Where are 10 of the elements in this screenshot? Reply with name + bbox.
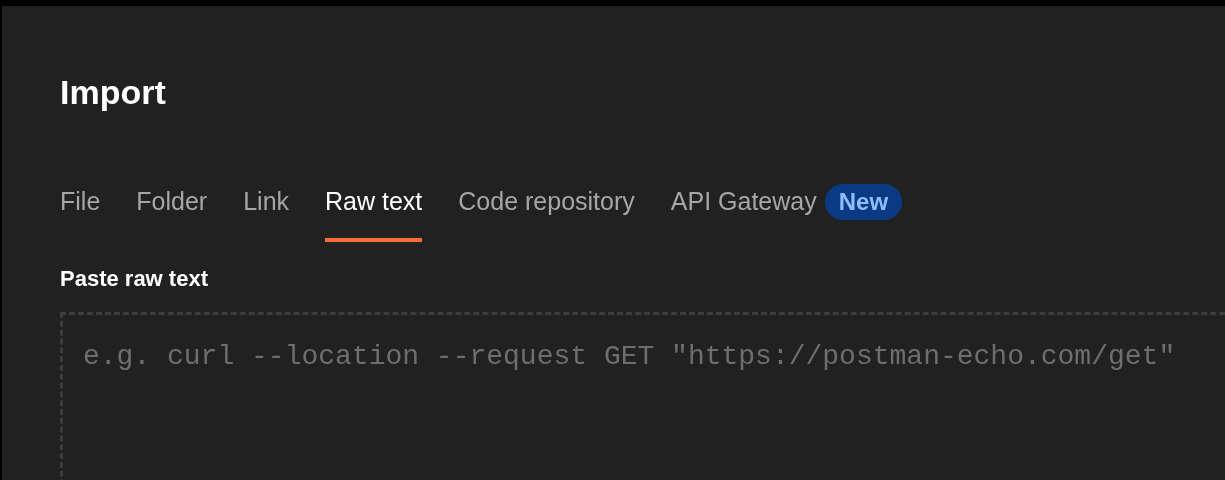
- tab[interactable]: File: [60, 184, 101, 242]
- tab[interactable]: Link: [243, 184, 290, 242]
- dialog-title: Import: [60, 72, 167, 112]
- field-label: Paste raw text: [60, 266, 209, 292]
- tab[interactable]: Folder: [136, 184, 208, 242]
- raw-text-field[interactable]: e.g. curl --location --request GET "https://postman-echo.com/get": [60, 312, 1225, 480]
- tab[interactable]: API Gateway: [670, 184, 817, 242]
- tab[interactable]: Raw text: [325, 184, 423, 242]
- new-badge: New: [824, 184, 903, 220]
- tab[interactable]: Code repository: [458, 184, 635, 242]
